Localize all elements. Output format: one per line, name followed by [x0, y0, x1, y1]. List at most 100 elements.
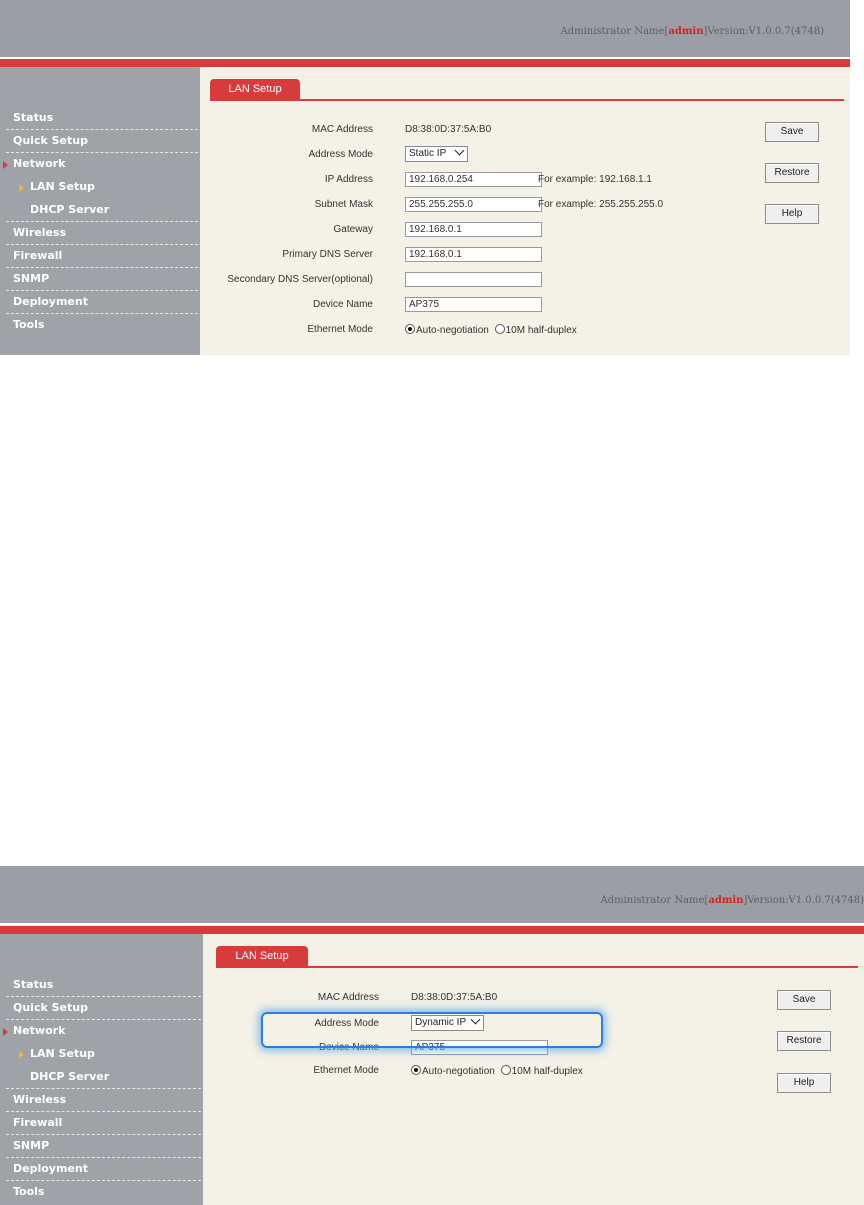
device-name-label: Device Name	[312, 299, 373, 310]
ethernet-mode-radios: Auto-negotiation 10M half-duplex	[405, 323, 577, 336]
auto-negotiation-label: Auto-negotiation	[416, 325, 489, 336]
tab-underline	[216, 966, 858, 968]
ethernet-mode-label: Ethernet Mode	[307, 324, 373, 335]
address-mode-select[interactable]: Static IP	[405, 145, 469, 162]
ethernet-mode-label: Ethernet Mode	[313, 1065, 379, 1076]
sidebar-item-quick-setup[interactable]: Quick Setup	[0, 997, 203, 1020]
auto-negotiation-radio[interactable]	[405, 324, 415, 334]
header-accent-line	[0, 926, 864, 934]
admin-version-line: Administrator Name[admin]Version:V1.0.0.…	[560, 26, 824, 37]
sidebar-item-label: LAN Setup	[30, 1047, 95, 1060]
sidebar-item-snmp[interactable]: SNMP	[0, 268, 200, 291]
sidebar: Status Quick Setup Network LAN Setup DHC…	[0, 67, 200, 355]
sidebar-item-deployment[interactable]: Deployment	[0, 291, 200, 314]
sidebar-item-dhcp-server[interactable]: DHCP Server	[0, 1066, 203, 1089]
sidebar-item-network[interactable]: Network	[0, 1020, 203, 1043]
auto-negotiation-radio[interactable]	[411, 1065, 421, 1075]
restore-button[interactable]: Restore	[777, 1031, 831, 1051]
primary-dns-input[interactable]	[405, 247, 542, 262]
version-text: ]Version:V1.0.0.7(4748)	[703, 26, 824, 37]
help-button[interactable]: Help	[765, 204, 819, 224]
sidebar-item-quick-setup[interactable]: Quick Setup	[0, 130, 200, 153]
sidebar-item-tools[interactable]: Tools	[0, 314, 200, 337]
sidebar-item-lan-setup[interactable]: LAN Setup	[0, 1043, 203, 1066]
sidebar-item-label: LAN Setup	[30, 180, 95, 193]
triangle-right-icon	[3, 1028, 8, 1036]
sidebar-item-wireless[interactable]: Wireless	[0, 1089, 203, 1112]
header-bar: Administrator Name[admin]Version:V1.0.0.…	[0, 0, 850, 59]
admin-version-line: Administrator Name[admin]Version:V1.0.0.…	[600, 895, 864, 906]
address-mode-row: Address Mode Static IP	[200, 144, 700, 168]
dns2-label: Secondary DNS Server(optional)	[227, 274, 373, 285]
secondary-dns-input[interactable]	[405, 272, 542, 287]
sidebar-item-label: DHCP Server	[30, 203, 110, 216]
restore-button[interactable]: Restore	[765, 163, 819, 183]
sidebar: Status Quick Setup Network LAN Setup DHC…	[0, 934, 203, 1205]
screenshot-dynamic-ip: Administrator Name[admin]Version:V1.0.0.…	[0, 866, 864, 1205]
mac-label: MAC Address	[311, 124, 373, 135]
ip-hint: For example: 192.168.1.1	[538, 174, 652, 185]
half-duplex-label: 10M half-duplex	[505, 325, 577, 336]
save-button[interactable]: Save	[765, 122, 819, 142]
sidebar-item-label: Network	[13, 1024, 66, 1037]
sidebar-item-snmp[interactable]: SNMP	[0, 1135, 203, 1158]
sidebar-item-status[interactable]: Status	[0, 107, 200, 130]
sidebar-nav: Status Quick Setup Network LAN Setup DHC…	[0, 107, 200, 337]
ethernet-mode-row: Ethernet Mode Auto-negotiation 10M half-…	[200, 319, 700, 343]
main-content: LAN Setup MAC Address D8:38:0D:37:5A:B0 …	[200, 67, 850, 355]
triangle-right-icon	[19, 184, 24, 192]
sidebar-item-wireless[interactable]: Wireless	[0, 222, 200, 245]
sidebar-item-tools[interactable]: Tools	[0, 1181, 203, 1204]
sidebar-item-label: Status	[13, 111, 54, 124]
gateway-input[interactable]	[405, 222, 542, 237]
sidebar-item-label: SNMP	[13, 1139, 50, 1152]
mac-row: MAC Address D8:38:0D:37:5A:B0	[206, 987, 706, 1011]
gateway-row: Gateway	[200, 219, 700, 243]
help-button[interactable]: Help	[777, 1073, 831, 1093]
address-mode-label: Address Mode	[308, 149, 373, 160]
header-bar: Administrator Name[admin]Version:V1.0.0.…	[0, 866, 864, 925]
tab-lan-setup[interactable]: LAN Setup	[210, 79, 300, 99]
sidebar-item-network[interactable]: Network	[0, 153, 200, 176]
sidebar-item-label: Quick Setup	[13, 134, 88, 147]
sidebar-nav: Status Quick Setup Network LAN Setup DHC…	[0, 974, 203, 1204]
sidebar-item-label: Deployment	[13, 295, 88, 308]
device-name-input[interactable]	[405, 297, 542, 312]
mac-value: D8:38:0D:37:5A:B0	[411, 992, 498, 1003]
admin-name: admin	[708, 895, 744, 906]
mask-hint: For example: 255.255.255.0	[538, 199, 664, 210]
ip-row: IP Address For example: 192.168.1.1	[200, 169, 700, 193]
sidebar-item-label: DHCP Server	[30, 1070, 110, 1083]
sidebar-item-label: Wireless	[13, 226, 67, 239]
tab-lan-setup[interactable]: LAN Setup	[216, 946, 308, 966]
mask-label: Subnet Mask	[314, 199, 373, 210]
chevron-down-icon	[454, 145, 465, 156]
sidebar-item-label: Firewall	[13, 249, 63, 262]
half-duplex-radio[interactable]	[500, 1065, 511, 1075]
subnet-mask-input[interactable]	[405, 197, 542, 212]
sidebar-item-firewall[interactable]: Firewall	[0, 245, 200, 268]
dns2-row: Secondary DNS Server(optional)	[200, 269, 700, 293]
tab-underline	[210, 99, 844, 101]
gateway-label: Gateway	[333, 224, 373, 235]
sidebar-item-label: Tools	[13, 318, 45, 331]
sidebar-item-label: Quick Setup	[13, 1001, 88, 1014]
auto-negotiation-label: Auto-negotiation	[422, 1066, 495, 1077]
main-content: LAN Setup MAC Address D8:38:0D:37:5A:B0 …	[203, 934, 864, 1205]
ip-input[interactable]	[405, 172, 542, 187]
mask-row: Subnet Mask For example: 255.255.255.0	[200, 194, 700, 218]
sidebar-item-label: Status	[13, 978, 54, 991]
screenshot-static-ip: Administrator Name[admin]Version:V1.0.0.…	[0, 0, 850, 355]
sidebar-item-dhcp-server[interactable]: DHCP Server	[0, 199, 200, 222]
mac-value: D8:38:0D:37:5A:B0	[405, 124, 492, 135]
sidebar-item-label: Deployment	[13, 1162, 88, 1175]
save-button[interactable]: Save	[777, 990, 831, 1010]
ethernet-mode-radios: Auto-negotiation 10M half-duplex	[411, 1064, 583, 1077]
address-mode-highlight	[261, 1012, 603, 1048]
sidebar-item-status[interactable]: Status	[0, 974, 203, 997]
sidebar-item-firewall[interactable]: Firewall	[0, 1112, 203, 1135]
header-accent-line	[0, 59, 850, 67]
half-duplex-radio[interactable]	[494, 324, 505, 334]
sidebar-item-deployment[interactable]: Deployment	[0, 1158, 203, 1181]
sidebar-item-lan-setup[interactable]: LAN Setup	[0, 176, 200, 199]
